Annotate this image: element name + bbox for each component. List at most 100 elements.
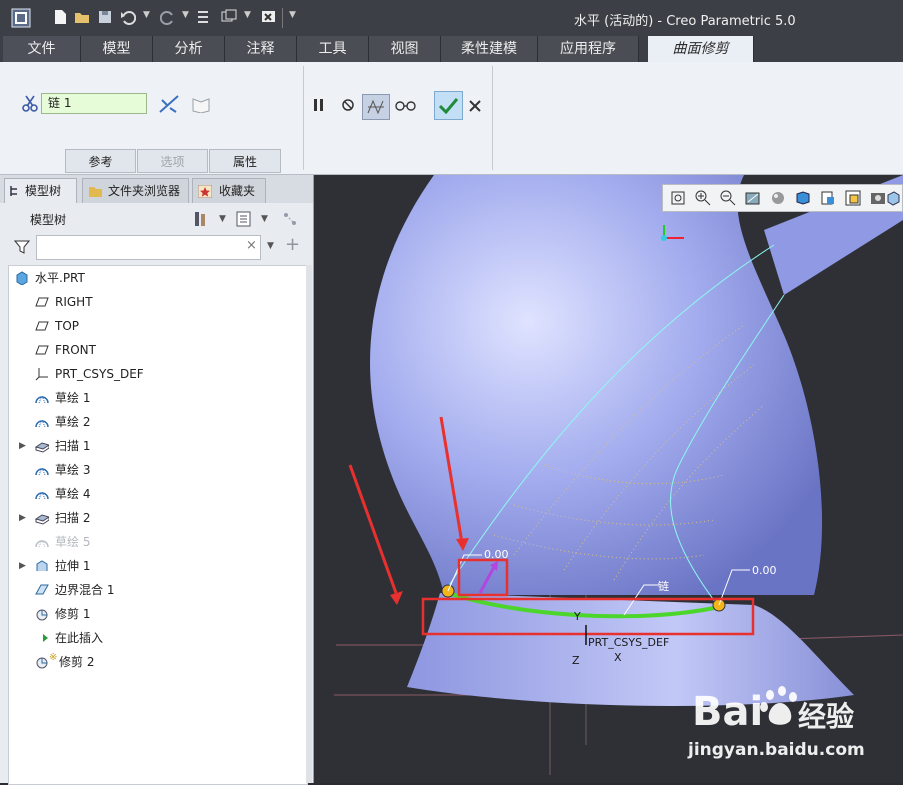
sketch-icon <box>35 394 49 404</box>
expand-arrow-icon[interactable]: ▶ <box>19 434 26 458</box>
expand-arrow-icon[interactable]: ▶ <box>19 506 26 530</box>
close-window-icon[interactable] <box>261 9 277 25</box>
datum-plane-icon <box>35 297 49 307</box>
watermark-brand: Bai <box>692 689 764 735</box>
navigator-panel: 模型树 文件夹浏览器 收藏夹 模型树 ▼ ▼ × ▼ + 水平.PRT RIGH… <box>0 175 314 785</box>
clear-filter-icon[interactable]: × <box>246 238 257 253</box>
customize-quick-access-icon[interactable]: ▼ <box>289 10 296 20</box>
flip-direction-icon[interactable] <box>158 94 180 114</box>
favorites-star-icon <box>198 185 212 198</box>
sweep-icon <box>35 514 49 525</box>
redo-icon[interactable] <box>160 9 176 25</box>
display-style-icon[interactable] <box>770 190 786 206</box>
spin-center-icon[interactable] <box>885 190 901 206</box>
watermark-url: jingyan.baidu.com <box>688 740 865 760</box>
sketch-icon <box>35 538 49 548</box>
creo-logo-icon <box>11 8 31 28</box>
tab-model-tree[interactable]: 模型树 <box>4 178 77 203</box>
window-title: 水平 (活动的) - Creo Parametric 5.0 <box>574 14 796 29</box>
tree-filter-input[interactable] <box>36 235 261 260</box>
trim-object-collector[interactable]: 链 1 <box>41 93 147 114</box>
boundary-blend-icon <box>35 584 49 595</box>
verify-mode-glasses-icon[interactable] <box>395 98 417 112</box>
tree-scrollbar[interactable] <box>306 265 312 783</box>
navigator-tabs: 模型树 文件夹浏览器 收藏夹 <box>0 175 313 203</box>
trim-icon <box>36 657 48 669</box>
filter-dropdown-icon[interactable]: ▼ <box>267 241 274 251</box>
sweep-icon <box>35 442 49 453</box>
regenerate-icon[interactable] <box>196 9 212 25</box>
tree-columns-icon[interactable] <box>281 210 299 228</box>
model-tree-header: 模型树 <box>30 213 67 227</box>
undo-icon[interactable] <box>120 9 136 25</box>
subtab-options[interactable]: 选项 <box>137 149 208 173</box>
new-file-icon[interactable] <box>52 9 68 25</box>
axis-y-label: Y <box>574 610 581 623</box>
zoom-out-icon[interactable] <box>720 190 736 206</box>
subtab-properties[interactable]: 属性 <box>209 149 281 173</box>
graphics-viewport[interactable]: 0.00 0.00 链 PRT_CSYS_DEF Y Z X Bai 经验 ji… <box>314 175 903 783</box>
trim-icon <box>36 609 48 621</box>
sketch-icon <box>35 418 49 428</box>
quick-access-separator <box>282 8 283 28</box>
repaint-icon[interactable] <box>745 190 761 206</box>
tab-analysis[interactable]: 分析 <box>153 36 225 62</box>
cancel-x-icon[interactable] <box>469 100 481 112</box>
axis-x-label: X <box>614 651 622 664</box>
tab-surface-trim[interactable]: 曲面修剪 <box>648 36 754 62</box>
expand-arrow-icon[interactable]: ▶ <box>19 554 26 578</box>
tab-flexible-modeling[interactable]: 柔性建模 <box>441 36 538 62</box>
tab-tools[interactable]: 工具 <box>297 36 369 62</box>
sketch-icon <box>35 490 49 500</box>
axis-z-label: Z <box>572 654 580 667</box>
folder-icon <box>89 187 102 197</box>
csys-label: PRT_CSYS_DEF <box>588 636 670 649</box>
tab-favorites[interactable]: 收藏夹 <box>192 178 266 203</box>
datum-display-icon[interactable] <box>870 190 886 206</box>
tab-annotate[interactable]: 注释 <box>225 36 297 62</box>
geometry-preview-toggle[interactable] <box>362 94 390 120</box>
show-dropdown-icon[interactable]: ▼ <box>261 214 268 224</box>
tab-folder-browser[interactable]: 文件夹浏览器 <box>82 178 189 203</box>
settings-tool-icon[interactable] <box>193 210 209 228</box>
sketch-icon <box>35 466 49 476</box>
save-icon[interactable] <box>97 9 113 25</box>
redo-dropdown-icon[interactable]: ▼ <box>182 10 189 20</box>
checkmark-icon <box>439 98 458 114</box>
subtab-references[interactable]: 参考 <box>65 149 136 173</box>
tab-file[interactable]: 文件 <box>3 36 81 62</box>
watermark-brand-2: 经验 <box>798 700 855 733</box>
model-geometry <box>334 175 903 775</box>
dimension-right[interactable]: 0.00 <box>752 564 777 577</box>
zoom-in-icon[interactable] <box>695 190 711 206</box>
ribbon-separator <box>303 66 304 170</box>
saved-orientations-icon[interactable] <box>795 190 811 206</box>
show-options-icon[interactable] <box>236 211 251 227</box>
open-file-icon[interactable] <box>74 9 90 25</box>
part-icon <box>16 271 28 285</box>
tab-applications[interactable]: 应用程序 <box>538 36 639 62</box>
pause-icon[interactable] <box>312 98 326 112</box>
ribbon-panel: 链 1 参考 选项 属性 <box>0 62 903 175</box>
datum-plane-icon <box>35 345 49 355</box>
keep-side-icon[interactable] <box>191 95 211 113</box>
extrude-icon <box>36 560 48 571</box>
title-bar: ▼ ▼ ▼ ▼ 水平 (活动的) - Creo Parametric 5.0 <box>0 0 903 36</box>
dimension-left[interactable]: 0.00 <box>484 548 509 561</box>
view-manager-icon[interactable] <box>820 190 836 206</box>
no-preview-icon[interactable] <box>341 98 355 112</box>
tab-view[interactable]: 视图 <box>369 36 441 62</box>
ok-button[interactable] <box>434 91 463 120</box>
refit-icon[interactable] <box>670 190 686 206</box>
undo-dropdown-icon[interactable]: ▼ <box>143 10 150 20</box>
settings-dropdown-icon[interactable]: ▼ <box>219 214 226 224</box>
model-tree: 水平.PRT RIGHT TOP FRONT PRT_CSYS_DEF 草绘 1… <box>8 265 308 785</box>
ribbon-tabs: 文件 模型 分析 注释 工具 视图 柔性建模 应用程序 曲面修剪 <box>0 36 903 62</box>
filter-funnel-icon <box>14 240 30 254</box>
add-filter-icon[interactable]: + <box>285 234 300 255</box>
windows-icon[interactable] <box>221 9 237 25</box>
in-graphics-toolbar <box>662 184 903 212</box>
perspective-view-icon[interactable] <box>845 190 861 206</box>
windows-dropdown-icon[interactable]: ▼ <box>244 10 251 20</box>
tab-model[interactable]: 模型 <box>81 36 153 62</box>
